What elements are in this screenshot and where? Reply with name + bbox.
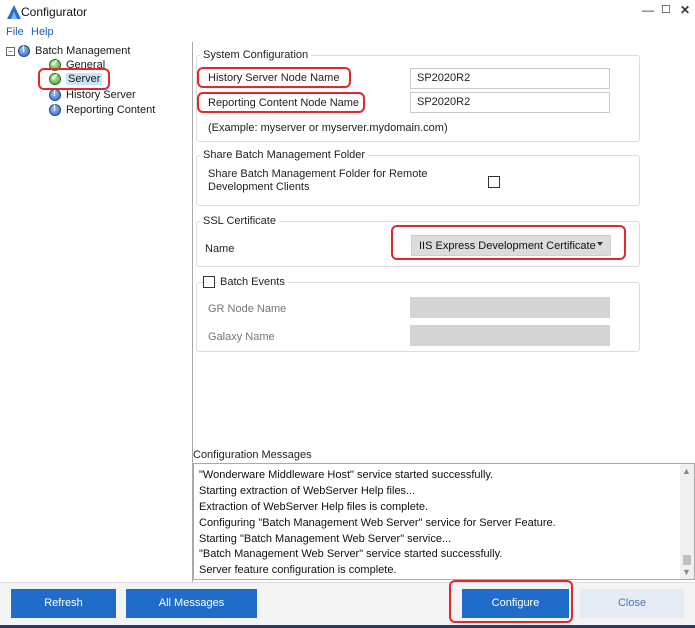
message-line: Starting extraction of WebServer Help fi… xyxy=(199,485,416,497)
scroll-down-icon[interactable]: ▼ xyxy=(682,567,691,577)
reporting-node-label: Reporting Content Node Name xyxy=(208,97,360,109)
group-title: Share Batch Management Folder xyxy=(200,149,369,161)
scroll-thumb[interactable] xyxy=(683,555,691,565)
gr-node-label: GR Node Name xyxy=(208,303,287,315)
feature-tree: − Batch Management General Server Histor… xyxy=(0,42,193,582)
ssl-certificate-dropdown[interactable]: IIS Express Development Certificate xyxy=(411,235,611,256)
share-folder-checkbox[interactable] xyxy=(488,176,500,188)
app-logo-icon xyxy=(7,5,21,19)
all-messages-button[interactable]: All Messages xyxy=(126,589,257,618)
tree-item-batch-management[interactable]: − Batch Management xyxy=(6,44,130,58)
group-title: SSL Certificate xyxy=(200,215,279,227)
close-button[interactable]: Close xyxy=(580,589,684,618)
tree-item-history-server[interactable]: History Server xyxy=(49,88,136,102)
maximize-button[interactable]: ☐ xyxy=(661,3,671,16)
messages-scrollbar[interactable]: ▲ ▼ xyxy=(680,464,694,579)
tree-item-label: Reporting Content xyxy=(66,104,156,116)
info-icon xyxy=(49,103,61,116)
info-icon xyxy=(18,44,30,57)
collapse-icon[interactable]: − xyxy=(6,46,15,56)
message-line: "Batch Management Web Server" service st… xyxy=(199,548,503,560)
ssl-name-label: Name xyxy=(205,243,235,255)
messages-title: Configuration Messages xyxy=(193,449,312,461)
tree-item-general[interactable]: General xyxy=(49,58,105,72)
galaxy-name-field[interactable] xyxy=(410,325,610,346)
info-icon xyxy=(49,88,61,101)
tree-item-label: History Server xyxy=(66,89,136,101)
tree-item-server[interactable]: Server xyxy=(49,72,103,86)
message-line: Starting "Batch Management Web Server" s… xyxy=(199,533,452,545)
reporting-node-field[interactable]: SP2020R2 xyxy=(410,92,610,113)
tree-item-label: General xyxy=(66,59,106,71)
window-title: Configurator xyxy=(21,5,88,19)
message-line: Server feature configuration is complete… xyxy=(199,564,397,576)
title-bar xyxy=(0,0,695,26)
history-node-label: History Server Node Name xyxy=(208,72,340,84)
dropdown-value: IIS Express Development Certificate xyxy=(419,240,596,252)
batch-events-checkbox[interactable] xyxy=(203,276,215,288)
message-line: Configuring "Batch Management Web Server… xyxy=(199,517,556,529)
group-title: Batch Events xyxy=(217,276,288,288)
example-hint: (Example: myserver or myserver.mydomain.… xyxy=(208,122,448,134)
group-title: System Configuration xyxy=(200,49,312,61)
menu-file[interactable]: File xyxy=(6,26,24,38)
share-folder-label: Share Batch Management Folder for Remote… xyxy=(208,168,428,193)
check-icon xyxy=(49,58,61,71)
message-line: Extraction of WebServer Help files is co… xyxy=(199,501,429,513)
close-window-button[interactable]: ✕ xyxy=(680,3,690,17)
chevron-down-icon xyxy=(597,242,603,246)
history-node-field[interactable]: SP2020R2 xyxy=(410,68,610,89)
tree-item-label: Server xyxy=(66,73,103,85)
scroll-up-icon[interactable]: ▲ xyxy=(682,466,691,476)
galaxy-name-label: Galaxy Name xyxy=(208,331,275,343)
minimize-button[interactable]: — xyxy=(642,3,654,17)
gr-node-field[interactable] xyxy=(410,297,610,318)
configure-button[interactable]: Configure xyxy=(462,589,569,618)
check-icon xyxy=(49,72,61,85)
menu-bar: File Help xyxy=(0,26,695,42)
message-line: "Wonderware Middleware Host" service sta… xyxy=(199,469,494,481)
tree-item-label: Batch Management xyxy=(35,45,131,57)
tree-item-reporting-content[interactable]: Reporting Content xyxy=(49,103,155,117)
messages-log[interactable]: "Wonderware Middleware Host" service sta… xyxy=(193,463,695,580)
refresh-button[interactable]: Refresh xyxy=(11,589,116,618)
menu-help[interactable]: Help xyxy=(31,26,54,38)
